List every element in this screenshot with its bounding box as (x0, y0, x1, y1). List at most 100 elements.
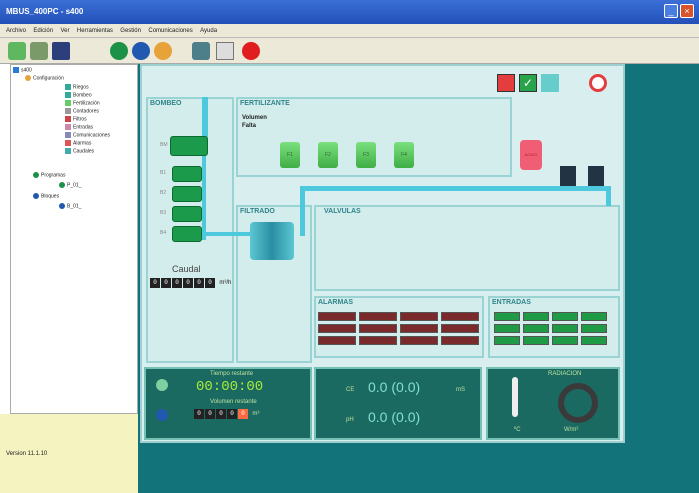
program-icon[interactable] (110, 42, 128, 60)
title-bar: MBUS_400PC - s400 _ × (0, 0, 699, 24)
tree-item[interactable]: Comunicaciones (65, 132, 110, 138)
caudal-label: Caudal (172, 264, 201, 274)
ok-check-icon[interactable]: ✓ (519, 74, 537, 92)
tree-item[interactable]: Filtros (65, 116, 87, 122)
pump-label: B2 (160, 190, 167, 196)
computer-icon (13, 67, 19, 73)
tree-configuracion[interactable]: Configuración (25, 75, 64, 81)
caudal-digit: 0 (183, 278, 193, 288)
tank-f2[interactable]: F2 (318, 142, 338, 168)
menu-gestion[interactable]: Gestión (120, 24, 141, 38)
alarm-cell (441, 312, 479, 321)
ce-unit: mS (456, 387, 465, 393)
tree-block-item[interactable]: B_01_ (59, 203, 81, 209)
new-icon[interactable] (8, 42, 26, 60)
filter-icon[interactable] (192, 42, 210, 60)
tank-f4[interactable]: F4 (394, 142, 414, 168)
input-icon (65, 124, 71, 130)
alarm-cell (400, 324, 438, 333)
counter-icon (65, 108, 71, 114)
tiempo-value: 00:00:00 (196, 379, 264, 395)
close-button[interactable]: × (680, 4, 694, 18)
pump-bm[interactable] (170, 136, 208, 156)
pump-b4[interactable] (172, 226, 202, 242)
entrada-cell (552, 312, 578, 321)
pump-b3[interactable] (172, 206, 202, 222)
volumen-unit: m³ (252, 411, 260, 417)
program-icon (33, 172, 39, 178)
alarm-cell (441, 324, 479, 333)
tree-item[interactable]: Entradas (65, 124, 93, 130)
caudal-display: 000000 m³/h (150, 278, 231, 288)
pipe (202, 97, 208, 137)
tree-item[interactable]: Riegos (65, 84, 89, 90)
acid-tank[interactable]: ACIDO (520, 140, 542, 170)
valve-icon[interactable] (588, 166, 604, 186)
menu-ayuda[interactable]: Ayuda (200, 24, 217, 38)
minimize-button[interactable]: _ (664, 4, 678, 18)
menu-herramientas[interactable]: Herramientas (77, 24, 113, 38)
temp-unit: ºC (514, 427, 521, 433)
caudal-digit: 0 (172, 278, 182, 288)
menu-archivo[interactable]: Archivo (6, 24, 26, 38)
caudal-digit: 0 (194, 278, 204, 288)
tree-program-item[interactable]: P_01_ (59, 182, 81, 188)
pump-b1[interactable] (172, 166, 202, 182)
tree-item[interactable]: Alarmas (65, 140, 91, 146)
entrada-cell (581, 312, 607, 321)
volumen-digit: 0 (216, 409, 226, 419)
filter-bank[interactable] (250, 222, 294, 260)
fert-volumen-label: Volumen (242, 115, 267, 121)
menu-ver[interactable]: Ver (60, 24, 69, 38)
tree-item[interactable]: Fertilización (65, 100, 100, 106)
pipe (606, 186, 611, 206)
menu-edicion[interactable]: Edición (33, 24, 53, 38)
entrada-cell (523, 336, 549, 345)
valve-icon[interactable] (560, 166, 576, 186)
ph-label: pH (346, 417, 354, 423)
tree-root[interactable]: s400 (13, 67, 32, 73)
alarm-cell (318, 324, 356, 333)
settings-gear-icon[interactable] (154, 42, 172, 60)
alarm-cell (318, 336, 356, 345)
tank-f3[interactable]: F3 (356, 142, 376, 168)
program-icon (156, 379, 168, 391)
fert-falta-label: Falta (242, 123, 257, 129)
block-icon[interactable] (132, 42, 150, 60)
tiempo-label: Tiempo restante (210, 371, 254, 377)
caudal-digit: 0 (150, 278, 160, 288)
pipe (300, 186, 305, 236)
pump-label: BM (160, 142, 168, 148)
document-icon[interactable] (216, 42, 234, 60)
alarm-cell (400, 312, 438, 321)
caudal-digit: 0 (161, 278, 171, 288)
entrada-cell (494, 324, 520, 333)
toolbar (0, 38, 699, 64)
pump-b2[interactable] (172, 186, 202, 202)
ph-value: 0.0 (0.0) (368, 409, 421, 425)
version-label: Version 11.1.10 (6, 451, 48, 457)
tree-bloques[interactable]: Bloques (33, 193, 59, 199)
valvulas-panel: VALVULAS (314, 205, 620, 291)
fertilizante-title: FERTILIZANTE (240, 100, 290, 107)
config-tree: s400 Configuración Riegos Bombeo Fertili… (10, 64, 138, 414)
pump-label: B3 (160, 210, 167, 216)
message-icon[interactable] (541, 74, 559, 92)
stop-status-button[interactable] (497, 74, 515, 92)
menu-comunicaciones[interactable]: Comunicaciones (148, 24, 192, 38)
alarm-icon (65, 140, 71, 146)
tree-item[interactable]: Caudales (65, 148, 94, 154)
forbidden-icon[interactable] (589, 74, 607, 92)
tree-item[interactable]: Contadores (65, 108, 99, 114)
volumen-digit: 0 (205, 409, 215, 419)
tree-item[interactable]: Bombeo (65, 92, 92, 98)
radiacion-panel: RADIACION ºC W/m² (486, 367, 620, 440)
alarmas-title: ALARMAS (318, 299, 353, 306)
alarm-cell (359, 336, 397, 345)
pipe (206, 232, 256, 236)
save-icon[interactable] (52, 42, 70, 60)
tank-f1[interactable]: F1 (280, 142, 300, 168)
tree-programas[interactable]: Programas (33, 172, 65, 178)
stop-icon[interactable] (242, 42, 260, 60)
open-icon[interactable] (30, 42, 48, 60)
